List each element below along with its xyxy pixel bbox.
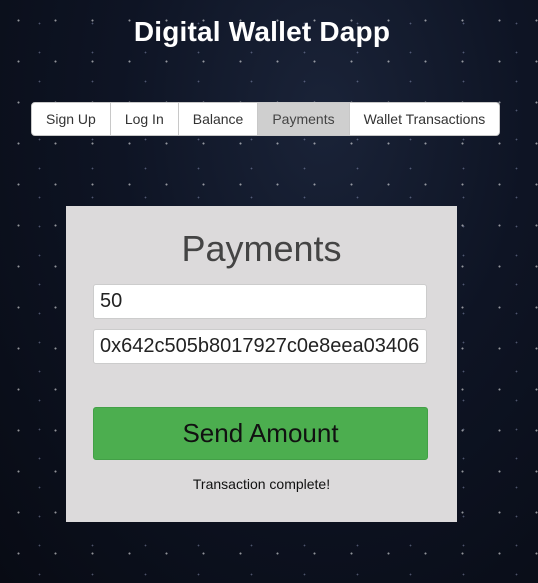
recipient-address-input[interactable] — [93, 329, 427, 364]
app-title: Digital Wallet Dapp — [133, 16, 391, 47]
tab-balance[interactable]: Balance — [178, 103, 259, 135]
tab-sign-up[interactable]: Sign Up — [32, 103, 111, 135]
transaction-status: Transaction complete! — [192, 476, 331, 492]
tab-payments[interactable]: Payments — [258, 103, 350, 135]
payments-title: Payments — [181, 228, 342, 269]
send-amount-button[interactable]: Send Amount — [93, 407, 428, 460]
amount-input[interactable] — [93, 284, 427, 319]
payments-card: Payments Send Amount Transaction complet… — [66, 206, 457, 522]
tab-log-in[interactable]: Log In — [110, 103, 179, 135]
nav-tabs: Sign Up Log In Balance Payments Wallet T… — [31, 102, 501, 136]
tab-wallet-transactions[interactable]: Wallet Transactions — [349, 103, 500, 135]
